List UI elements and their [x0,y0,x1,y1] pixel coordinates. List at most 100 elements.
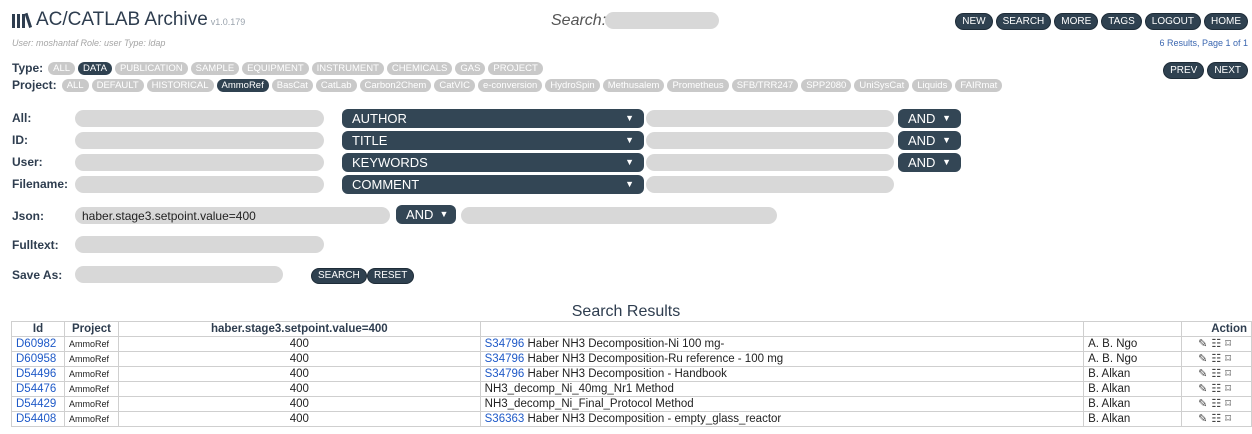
pencil-icon[interactable]: ✎ [1198,413,1211,425]
json-operator-select[interactable]: AND ▼ [396,205,456,224]
cell-user: B. Alkan [1083,396,1183,412]
cell-project: AmmoRef [63,336,119,352]
sample-link[interactable]: S36363 [485,413,525,425]
type-instrument[interactable]: INSTRUMENT [311,61,384,75]
column-header-id[interactable]: Id [11,321,65,337]
record-id-link[interactable]: D54476 [16,383,56,395]
keywords-value-field[interactable] [646,154,894,171]
nav-home-button[interactable]: HOME [1204,13,1248,30]
record-id-link[interactable]: D60958 [16,353,56,365]
nav-search-button[interactable]: SEARCH [995,13,1052,30]
pencil-icon[interactable]: ✎ [1198,338,1211,350]
nav-tags-button[interactable]: TAGS [1101,13,1142,30]
id-field[interactable] [75,132,324,149]
project-carbon2chem[interactable]: Carbon2Chem [359,78,432,92]
pencil-icon[interactable]: ✎ [1198,353,1211,365]
project-fairmat[interactable]: FAIRmat [955,78,1003,92]
project-catvic[interactable]: CatVIC [434,78,475,92]
record-id-link[interactable]: D54429 [16,398,56,410]
all-field[interactable] [75,110,324,127]
pencil-icon[interactable]: ✎ [1198,398,1211,410]
sample-link[interactable]: S34796 [485,368,525,380]
record-id-link[interactable]: D54408 [16,413,56,425]
pencil-icon[interactable]: ✎ [1198,383,1211,395]
nav-logout-button[interactable]: LOGOUT [1144,13,1201,30]
project-historical[interactable]: HISTORICAL [146,78,214,92]
column-header-value[interactable]: haber.stage3.setpoint.value=400 [117,321,481,337]
column-header-title [479,321,1085,337]
project-ammoref[interactable]: AmmoRef [216,78,269,92]
title-value-field[interactable] [646,132,894,149]
operator-select-2[interactable]: AND ▼ [898,131,961,150]
bookmark-icon[interactable]: ⌑ [1225,383,1235,395]
bookmark-icon[interactable]: ⌑ [1225,368,1235,380]
type-project[interactable]: PROJECT [488,61,543,75]
comment-icon[interactable]: ☷ [1211,383,1225,395]
operator-select-1-label: AND [908,111,936,126]
save-as-field[interactable] [75,266,283,283]
reset-button[interactable]: RESET [367,268,415,284]
sample-link[interactable]: S34796 [485,353,525,365]
field-select-title[interactable]: TITLE ▼ [342,131,644,150]
json-query-field[interactable] [75,207,390,224]
nav-more-button[interactable]: MORE [1054,13,1099,30]
field-select-author[interactable]: AUTHOR ▼ [342,109,644,128]
search-button[interactable]: SEARCH [311,268,367,284]
project-unisyscat[interactable]: UniSysCat [854,78,910,92]
results-title: Search Results [571,303,681,320]
project-spp2080[interactable]: SPP2080 [801,78,852,92]
project-methusalem[interactable]: Methusalem [602,78,665,92]
project-bascat[interactable]: BasCat [271,78,313,92]
project-prometheus[interactable]: Prometheus [667,78,729,92]
chevron-down-icon: ▼ [942,157,951,167]
field-select-comment[interactable]: COMMENT ▼ [342,175,644,194]
comment-value-field[interactable] [646,176,894,193]
project-e-conversion[interactable]: e-conversion [477,78,543,92]
record-id-link[interactable]: D60982 [16,338,56,350]
bookmark-icon[interactable]: ⌑ [1225,353,1235,365]
type-chemicals[interactable]: CHEMICALS [386,61,453,75]
prev-button[interactable]: PREV [1163,62,1205,79]
comment-icon[interactable]: ☷ [1211,353,1225,365]
project-catlab[interactable]: CatLab [315,78,357,92]
user-field[interactable] [75,154,324,171]
bookmark-icon[interactable]: ⌑ [1225,413,1235,425]
bookmark-icon[interactable]: ⌑ [1225,398,1235,410]
operator-select-3[interactable]: AND ▼ [898,153,961,172]
type-sample[interactable]: SAMPLE [190,61,240,75]
type-publication[interactable]: PUBLICATION [114,61,188,75]
type-equipment[interactable]: EQUIPMENT [242,61,309,75]
chevron-down-icon: ▼ [625,157,634,167]
app-title[interactable]: AC/CATLAB Archive v1.0.179 [36,9,245,31]
author-value-field[interactable] [646,110,894,127]
cell-project: AmmoRef [63,366,119,382]
type-data[interactable]: DATA [78,61,112,75]
bookmark-icon[interactable]: ⌑ [1225,338,1235,350]
type-all[interactable]: ALL [48,61,76,75]
comment-icon[interactable]: ☷ [1211,398,1225,410]
cell-value: 400 [117,396,481,412]
project-sfb-trr247[interactable]: SFB/TRR247 [731,78,799,92]
next-button[interactable]: NEXT [1207,62,1248,79]
field-select-keywords[interactable]: KEYWORDS ▼ [342,153,644,172]
comment-icon[interactable]: ☷ [1211,368,1225,380]
app-title-text: AC/CATLAB Archive [36,9,208,30]
sample-link[interactable]: S34796 [485,338,525,350]
pencil-icon[interactable]: ✎ [1198,368,1211,380]
cell-project: AmmoRef [63,381,119,397]
project-hydrospin[interactable]: HydroSpin [545,78,600,92]
record-id-link[interactable]: D54496 [16,368,56,380]
project-all[interactable]: ALL [61,78,89,92]
operator-select-1[interactable]: AND ▼ [898,109,961,128]
json-second-field[interactable] [461,207,777,224]
filename-field[interactable] [75,176,324,193]
column-header-project[interactable]: Project [63,321,119,337]
global-search-input[interactable] [605,12,719,29]
comment-icon[interactable]: ☷ [1211,338,1225,350]
nav-new-button[interactable]: NEW [955,13,993,30]
fulltext-field[interactable] [75,236,324,253]
project-default[interactable]: DEFAULT [91,78,144,92]
type-gas[interactable]: GAS [455,61,486,75]
comment-icon[interactable]: ☷ [1211,413,1225,425]
project-liquids[interactable]: Liquids [912,78,953,92]
